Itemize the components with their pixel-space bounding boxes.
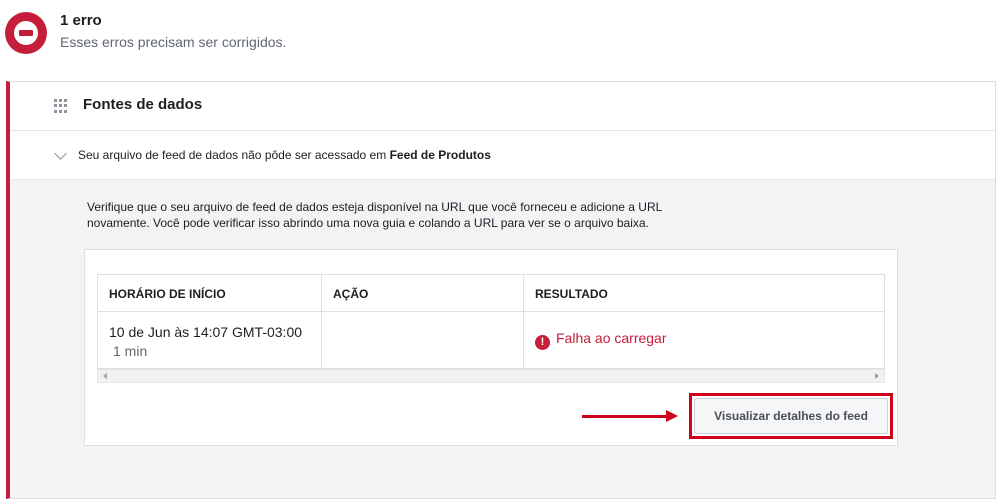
drag-grip-icon[interactable]	[54, 99, 68, 113]
chevron-down-icon[interactable]	[54, 147, 67, 160]
result-status: Falha ao carregar	[556, 330, 667, 346]
issue-text: Seu arquivo de feed de dados não pôde se…	[78, 148, 491, 162]
alert-icon: !	[535, 335, 550, 350]
error-summary-header: 1 erro Esses erros precisam ser corrigid…	[0, 0, 1002, 80]
card-header: Fontes de dados	[10, 82, 995, 131]
issue-description: Verifique que o seu arquivo de feed de d…	[87, 200, 662, 230]
scroll-left-icon[interactable]	[103, 373, 107, 379]
section-title: Fontes de dados	[83, 96, 203, 113]
view-feed-details-button[interactable]: Visualizar detalhes do feed	[694, 398, 888, 434]
horizontal-scrollbar[interactable]	[97, 369, 885, 383]
annotation-arrowhead	[666, 410, 678, 422]
error-subtitle: Esses erros precisam ser corrigidos.	[60, 34, 287, 50]
annotation-highlight-box: Visualizar detalhes do feed	[689, 393, 893, 439]
start-time-value: 10 de Jun às 14:07 GMT-03:00	[109, 324, 303, 340]
data-sources-card: Fontes de dados Seu arquivo de feed de d…	[6, 81, 996, 499]
issue-message: Seu arquivo de feed de dados não pôde se…	[78, 148, 390, 162]
upload-history-table: HORÁRIO DE INÍCIO AÇÃO RESULTADO 10 de J…	[97, 274, 885, 369]
cell-start-time: 10 de Jun às 14:07 GMT-03:00 1 min	[98, 312, 322, 369]
error-stop-icon	[5, 12, 47, 54]
scroll-right-icon[interactable]	[875, 373, 879, 379]
cell-action	[322, 312, 524, 369]
issue-row[interactable]: Seu arquivo de feed de dados não pôde se…	[10, 131, 995, 180]
issue-target: Feed de Produtos	[389, 148, 491, 162]
column-header-start-time: HORÁRIO DE INÍCIO	[98, 275, 322, 312]
duration-value: 1 min	[113, 343, 148, 359]
column-header-action: AÇÃO	[322, 275, 524, 312]
cell-result: ! Falha ao carregar	[524, 312, 884, 369]
column-header-result: RESULTADO	[524, 275, 884, 312]
annotation-arrow	[582, 415, 668, 418]
error-count-title: 1 erro	[60, 12, 102, 29]
